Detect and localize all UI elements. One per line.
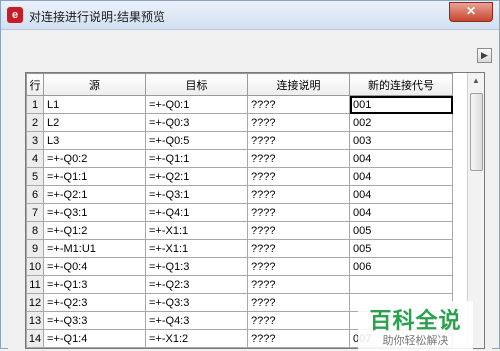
target-cell[interactable]: =+-X1:1 xyxy=(145,221,248,240)
column-header-target[interactable]: 目标 xyxy=(145,73,248,96)
watermark-title: 百科全说 xyxy=(369,309,462,334)
title-bar: e 对连接进行说明:结果预览 ✕ xyxy=(1,1,499,30)
new-code-cell[interactable]: 005 xyxy=(349,239,453,258)
app-logo-icon: e xyxy=(7,7,23,23)
description-cell[interactable]: ???? xyxy=(247,329,350,348)
description-cell[interactable]: ???? xyxy=(247,185,350,204)
table-row[interactable]: 8 =+-Q1:2 =+-X1:1???? 005 xyxy=(26,221,453,240)
new-code-cell[interactable]: 004 xyxy=(349,203,453,222)
table-row[interactable]: 5 =+-Q1:1 =+-Q2:1???? 004 xyxy=(26,167,453,186)
row-number[interactable]: 13 xyxy=(26,311,44,330)
row-number[interactable]: 10 xyxy=(26,257,44,276)
new-code-cell[interactable]: 004 xyxy=(349,149,453,168)
description-cell[interactable]: ???? xyxy=(247,203,350,222)
table-row[interactable]: 10 =+-Q0:4 =+-Q1:3???? 006 xyxy=(26,257,453,276)
target-cell[interactable]: =+-Q4:1 xyxy=(145,203,248,222)
row-number[interactable]: 11 xyxy=(26,275,44,294)
row-number[interactable]: 12 xyxy=(26,293,44,312)
target-cell[interactable]: =+-Q2:3 xyxy=(145,275,248,294)
row-number[interactable]: 9 xyxy=(26,239,44,258)
description-cell[interactable]: ???? xyxy=(247,257,350,276)
column-header-row[interactable]: 行 xyxy=(26,73,44,96)
target-cell[interactable]: =+-Q0:3 xyxy=(145,113,248,132)
source-cell[interactable]: =+-Q1:3 xyxy=(43,275,146,294)
play-icon[interactable]: ▶ xyxy=(477,48,492,63)
new-code-cell[interactable]: 003 xyxy=(349,131,453,150)
table-row[interactable]: 11 =+-Q1:3 =+-Q2:3???? xyxy=(26,275,453,294)
header-row: 行 源 目标 连接说明 新的连接代号 xyxy=(26,73,453,96)
target-cell[interactable]: =+-Q3:1 xyxy=(145,185,248,204)
column-header-source[interactable]: 源 xyxy=(43,73,146,96)
target-cell[interactable]: =+-X1:2 xyxy=(145,329,248,348)
row-number[interactable]: 14 xyxy=(26,329,44,348)
dialog-body: ▶ 行 源 目标 连接说明 新的连接代号 1 L1 =+-Q0:1 ???? 0… xyxy=(8,30,492,351)
table-row[interactable]: 7 =+-Q3:1 =+-Q4:1???? 004 xyxy=(26,203,453,222)
source-cell[interactable]: =+-Q1:1 xyxy=(43,167,146,186)
row-number[interactable]: 7 xyxy=(26,203,44,222)
source-cell[interactable]: =+-Q0:2 xyxy=(43,149,146,168)
new-code-cell[interactable]: 002 xyxy=(349,113,453,132)
description-cell[interactable]: ???? xyxy=(247,113,350,132)
target-cell[interactable]: =+-Q4:3 xyxy=(145,311,248,330)
window-title: 对连接进行说明:结果预览 xyxy=(29,10,166,24)
scroll-up-icon[interactable]: ▲ xyxy=(468,73,484,89)
source-cell[interactable]: L2 xyxy=(43,113,146,132)
column-header-new-code[interactable]: 新的连接代号 xyxy=(349,73,453,96)
source-cell[interactable]: =+-Q1:4 xyxy=(43,329,146,348)
source-cell[interactable]: L3 xyxy=(43,131,146,150)
dialog-window: e 对连接进行说明:结果预览 ✕ ▶ 行 源 目标 连接说明 新的连接代号 1 … xyxy=(0,0,500,351)
row-number[interactable]: 6 xyxy=(26,185,44,204)
target-cell[interactable]: =+-Q0:1 xyxy=(145,95,248,114)
new-code-cell[interactable]: 004 xyxy=(349,185,453,204)
description-cell[interactable]: ???? xyxy=(247,275,350,294)
source-cell[interactable]: =+-Q3:3 xyxy=(43,311,146,330)
target-cell[interactable]: =+-Q1:1 xyxy=(145,149,248,168)
table-row[interactable]: 2 L2 =+-Q0:3???? 002 xyxy=(26,113,453,132)
source-cell[interactable]: =+-M1:U1 xyxy=(43,239,146,258)
row-number[interactable]: 1 xyxy=(26,95,44,114)
table-row[interactable]: 1 L1 =+-Q0:1???? 001 xyxy=(26,95,453,114)
source-cell[interactable]: =+-Q0:4 xyxy=(43,257,146,276)
new-code-cell[interactable]: 006 xyxy=(349,257,453,276)
description-cell[interactable]: ???? xyxy=(247,311,350,330)
new-code-cell[interactable]: 005 xyxy=(349,221,453,240)
watermark-subtitle: 助你轻松解决 xyxy=(382,334,449,347)
description-cell[interactable]: ???? xyxy=(247,239,350,258)
scroll-thumb[interactable] xyxy=(470,93,483,171)
table-row[interactable]: 9 =+-M1:U1 =+-X1:1???? 005 xyxy=(26,239,453,258)
table-row[interactable]: 3 L3 =+-Q0:5???? 003 xyxy=(26,131,453,150)
target-cell[interactable]: =+-Q0:5 xyxy=(145,131,248,150)
source-cell[interactable]: =+-Q2:3 xyxy=(43,293,146,312)
description-cell[interactable]: ???? xyxy=(247,167,350,186)
target-cell[interactable]: =+-Q3:3 xyxy=(145,293,248,312)
target-cell[interactable]: =+-X1:1 xyxy=(145,239,248,258)
column-header-description[interactable]: 连接说明 xyxy=(247,73,350,96)
source-cell[interactable]: L1 xyxy=(43,95,146,114)
description-cell[interactable]: ???? xyxy=(247,95,350,114)
description-cell[interactable]: ???? xyxy=(247,149,350,168)
new-code-cell[interactable]: 004 xyxy=(349,167,453,186)
description-cell[interactable]: ???? xyxy=(247,221,350,240)
new-code-cell[interactable]: 001 xyxy=(349,95,453,114)
target-cell[interactable]: =+-Q2:1 xyxy=(145,167,248,186)
row-number[interactable]: 3 xyxy=(26,131,44,150)
source-cell[interactable]: =+-Q1:2 xyxy=(43,221,146,240)
description-cell[interactable]: ???? xyxy=(247,293,350,312)
description-cell[interactable]: ???? xyxy=(247,131,350,150)
table-row[interactable]: 6 =+-Q2:1 =+-Q3:1???? 004 xyxy=(26,185,453,204)
table-row[interactable]: 4 =+-Q0:2 =+-Q1:1???? 004 xyxy=(26,149,453,168)
new-code-cell[interactable] xyxy=(349,275,453,294)
watermark: 百科全说 助你轻松解决 xyxy=(358,301,473,351)
row-number[interactable]: 2 xyxy=(26,113,44,132)
target-cell[interactable]: =+-Q1:3 xyxy=(145,257,248,276)
source-cell[interactable]: =+-Q2:1 xyxy=(43,185,146,204)
close-button[interactable]: ✕ xyxy=(449,2,493,22)
row-number[interactable]: 8 xyxy=(26,221,44,240)
row-number[interactable]: 5 xyxy=(26,167,44,186)
source-cell[interactable]: =+-Q3:1 xyxy=(43,203,146,222)
row-number[interactable]: 4 xyxy=(26,149,44,168)
